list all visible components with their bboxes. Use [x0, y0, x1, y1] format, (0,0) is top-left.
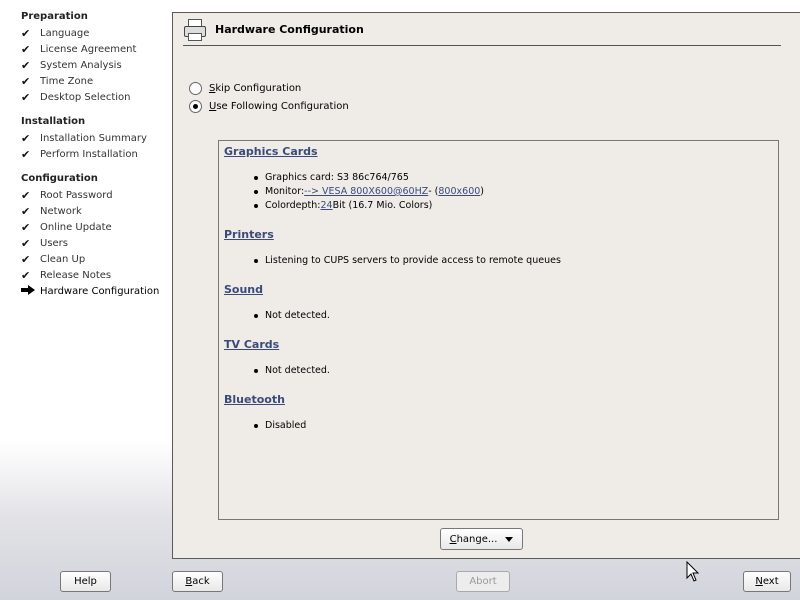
sound-link[interactable]: Sound: [224, 283, 263, 296]
chevron-down-icon: [505, 536, 514, 542]
next-button[interactable]: Next: [743, 571, 791, 592]
sidebar-item-label: Network: [40, 205, 82, 217]
check-icon: ✔: [21, 204, 31, 218]
use-following-configuration-radio[interactable]: Use Following Configuration: [189, 100, 349, 113]
sidebar-item-perform-installation: ✔ Perform Installation: [21, 147, 166, 161]
sidebar-item-license: ✔ License Agreement: [21, 42, 166, 56]
steps-sidebar: Preparation ✔ Language ✔ License Agreement…: [0, 0, 170, 560]
sidebar-heading-installation: Installation: [21, 116, 86, 127]
sidebar-item-language: ✔ Language: [21, 26, 166, 40]
check-icon: ✔: [21, 131, 31, 145]
monitor-link[interactable]: --> VESA 800X600@60HZ: [304, 186, 428, 197]
sidebar-item-installation-summary: ✔ Installation Summary: [21, 131, 166, 145]
sidebar-heading-preparation: Preparation: [21, 11, 88, 22]
sidebar-heading-configuration: Configuration: [21, 173, 98, 184]
sidebar-item-label: Time Zone: [40, 75, 94, 87]
tv-cards-link[interactable]: TV Cards: [224, 338, 279, 351]
sidebar-item-online-update: ✔ Online Update: [21, 220, 166, 234]
resolution-link[interactable]: 800x600: [438, 186, 480, 197]
sidebar-item-label: Users: [40, 237, 69, 249]
check-icon: ✔: [21, 147, 31, 161]
check-icon: ✔: [21, 220, 31, 234]
sidebar-item-label: Desktop Selection: [40, 91, 131, 103]
page-header: Hardware Configuration: [183, 15, 364, 43]
back-button[interactable]: Back: [172, 571, 223, 592]
sidebar-item-label: Online Update: [40, 221, 112, 233]
list-item: Monitor: --> VESA 800X600@60HZ - (800x60…: [254, 186, 484, 197]
list-item: Colordepth: 24 Bit (16.7 Mio. Colors): [254, 200, 432, 211]
abort-button[interactable]: Abort: [456, 571, 510, 592]
check-icon: ✔: [21, 26, 31, 40]
sidebar-item-users: ✔ Users: [21, 236, 166, 250]
check-icon: ✔: [21, 252, 31, 266]
radio-label: Use Following Configuration: [209, 101, 349, 112]
radio-indicator[interactable]: [189, 100, 202, 113]
page-title: Hardware Configuration: [215, 22, 364, 36]
sidebar-item-root-password: ✔ Root Password: [21, 188, 166, 202]
sidebar-item-hardware-configuration: Hardware Configuration: [21, 284, 166, 298]
check-icon: ✔: [21, 42, 31, 56]
skip-configuration-radio[interactable]: Skip Configuration: [189, 82, 301, 95]
printers-link[interactable]: Printers: [224, 228, 274, 241]
radio-label: Skip Configuration: [209, 83, 302, 94]
sidebar-item-label: Language: [40, 27, 90, 39]
list-item: Not detected.: [254, 365, 330, 376]
sidebar-item-label: Root Password: [40, 189, 113, 201]
sidebar-item-clean-up: ✔ Clean Up: [21, 252, 166, 266]
sidebar-item-label: Perform Installation: [40, 148, 138, 160]
sidebar-item-desktop-selection: ✔ Desktop Selection: [21, 90, 166, 104]
sidebar-item-label: Release Notes: [40, 269, 112, 281]
check-icon: ✔: [21, 188, 31, 202]
sidebar-item-label: Clean Up: [40, 253, 86, 265]
check-icon: ✔: [21, 268, 31, 282]
list-item: Not detected.: [254, 310, 330, 321]
mouse-cursor-icon: [686, 561, 700, 582]
check-icon: ✔: [21, 58, 31, 72]
title-divider: [183, 45, 781, 46]
bluetooth-link[interactable]: Bluetooth: [224, 393, 285, 406]
list-item: Listening to CUPS servers to provide acc…: [254, 255, 561, 266]
sidebar-item-label: Hardware Configuration: [40, 285, 160, 297]
sidebar-item-system-analysis: ✔ System Analysis: [21, 58, 166, 72]
sidebar-item-label: Installation Summary: [40, 132, 147, 144]
hardware-summary-box: Graphics Cards Graphics card: S3 86c764/…: [218, 140, 779, 520]
list-item: Graphics card: S3 86c764/765: [254, 172, 409, 183]
current-step-arrow-icon: [21, 284, 40, 298]
help-button[interactable]: Help: [60, 571, 111, 592]
colordepth-link[interactable]: 24: [321, 200, 333, 211]
check-icon: ✔: [21, 236, 31, 250]
sidebar-item-label: License Agreement: [40, 43, 137, 55]
check-icon: ✔: [21, 74, 31, 88]
graphics-cards-link[interactable]: Graphics Cards: [224, 145, 318, 158]
sidebar-item-release-notes: ✔ Release Notes: [21, 268, 166, 282]
sidebar-item-label: System Analysis: [40, 59, 122, 71]
sidebar-item-time-zone: ✔ Time Zone: [21, 74, 166, 88]
main-panel: Hardware Configuration Skip Configuratio…: [172, 12, 800, 559]
list-item: Disabled: [254, 420, 306, 431]
check-icon: ✔: [21, 90, 31, 104]
printer-icon: [183, 18, 206, 41]
sidebar-item-network: ✔ Network: [21, 204, 166, 218]
change-button[interactable]: Change...: [440, 528, 523, 550]
radio-indicator[interactable]: [189, 82, 202, 95]
